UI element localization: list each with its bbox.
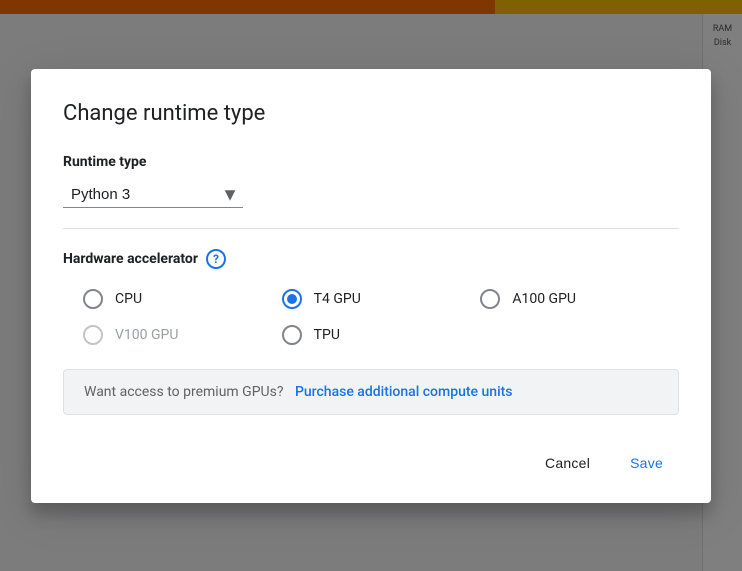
radio-option-tpu[interactable]: TPU (282, 325, 481, 345)
radio-option-t4gpu[interactable]: T4 GPU (282, 289, 481, 309)
save-button[interactable]: Save (614, 447, 679, 479)
radio-circle-v100gpu (83, 325, 103, 345)
radio-option-a100gpu[interactable]: A100 GPU (480, 289, 679, 309)
runtime-type-select[interactable]: Python 3 R (63, 182, 243, 208)
help-icon[interactable]: ? (206, 249, 226, 269)
radio-option-v100gpu: V100 GPU (83, 325, 282, 345)
radio-label-a100gpu: A100 GPU (512, 291, 576, 307)
info-box: Want access to premium GPUs? Purchase ad… (63, 369, 679, 415)
modal-title: Change runtime type (63, 101, 679, 126)
radio-circle-a100gpu (480, 289, 500, 309)
hardware-label: Hardware accelerator (63, 251, 198, 267)
runtime-type-section: Runtime type Python 3 R ▼ (63, 154, 679, 212)
radio-label-v100gpu: V100 GPU (115, 327, 178, 343)
modal-backdrop: Change runtime type Runtime type Python … (0, 0, 742, 571)
purchase-link[interactable]: Purchase additional compute units (295, 384, 513, 400)
radio-circle-tpu (282, 325, 302, 345)
runtime-type-label: Runtime type (63, 154, 679, 170)
cancel-button[interactable]: Cancel (529, 447, 606, 479)
runtime-select-wrapper[interactable]: Python 3 R ▼ (63, 182, 243, 208)
hardware-radio-group: CPU T4 GPU A100 GPU V100 GPU (63, 289, 679, 345)
radio-circle-cpu (83, 289, 103, 309)
section-divider (63, 228, 679, 229)
radio-circle-t4gpu (282, 289, 302, 309)
hw-label-row: Hardware accelerator ? (63, 249, 679, 269)
radio-option-cpu[interactable]: CPU (83, 289, 282, 309)
hardware-section: Hardware accelerator ? CPU T4 GPU (63, 249, 679, 345)
radio-dot-t4gpu (287, 294, 297, 304)
modal-actions: Cancel Save (63, 447, 679, 479)
radio-label-cpu: CPU (115, 291, 142, 307)
modal-dialog: Change runtime type Runtime type Python … (31, 69, 711, 503)
radio-label-t4gpu: T4 GPU (314, 291, 361, 307)
radio-label-tpu: TPU (314, 327, 340, 343)
info-box-text: Want access to premium GPUs? (84, 384, 283, 400)
